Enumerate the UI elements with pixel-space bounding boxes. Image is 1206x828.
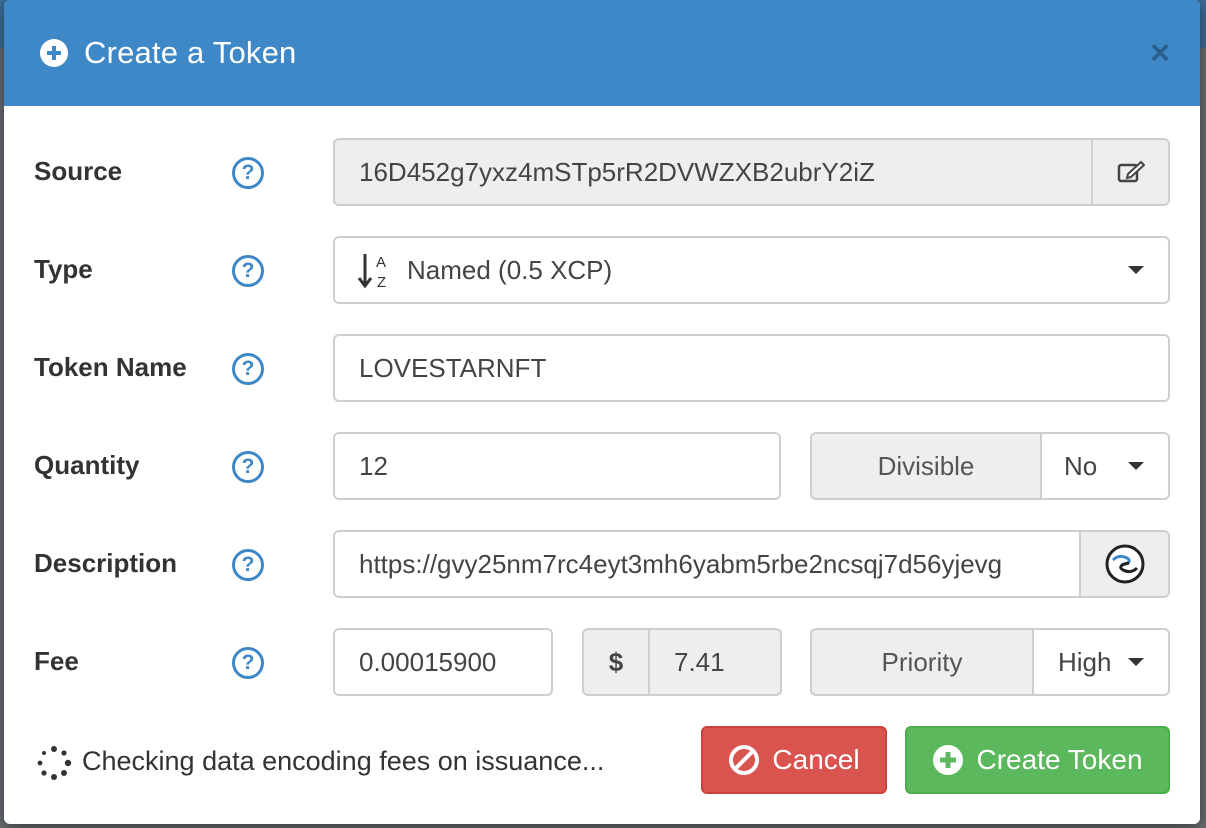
priority-value: High <box>1058 646 1112 677</box>
quantity-row: Quantity ? 12 Divisible No <box>34 432 1170 500</box>
description-row: Description ? https://gvy25nm7rc4eyt3mh6… <box>34 530 1170 598</box>
divisible-addon: Divisible <box>810 432 1042 500</box>
source-label: Source <box>34 156 123 186</box>
plus-circle-icon <box>933 745 964 775</box>
chevron-down-icon <box>1128 462 1144 470</box>
fee-help-icon[interactable]: ? <box>232 647 264 679</box>
create-token-button[interactable]: Create Token <box>905 726 1170 794</box>
create-token-dialog: Create a Token × Source ? 16D452g7yxz4mS… <box>4 0 1200 824</box>
spinner-icon <box>37 746 72 780</box>
type-help-icon[interactable]: ? <box>232 255 264 287</box>
fee-usd-field: 7.41 <box>648 628 782 696</box>
edit-icon <box>1117 160 1145 183</box>
description-input[interactable]: https://gvy25nm7rc4eyt3mh6yabm5rbe2ncsqj… <box>333 530 1081 598</box>
cancel-button[interactable]: Cancel <box>701 726 887 794</box>
description-help-icon[interactable]: ? <box>232 549 264 581</box>
svg-text:A: A <box>376 254 386 271</box>
cancel-label: Cancel <box>772 744 860 775</box>
token-name-row: Token Name ? LOVESTARNFT <box>34 334 1170 402</box>
divisible-select[interactable]: No <box>1040 432 1170 500</box>
dialog-title: Create a Token <box>84 35 297 70</box>
link-icon <box>1105 544 1144 584</box>
close-button[interactable]: × <box>1150 36 1170 70</box>
token-name-help-icon[interactable]: ? <box>232 353 264 385</box>
dollar-addon: $ <box>582 628 650 696</box>
description-label: Description <box>34 548 178 578</box>
token-name-input[interactable]: LOVESTARNFT <box>333 334 1170 402</box>
sort-alpha-icon: A Z <box>357 254 386 290</box>
divisible-value: No <box>1064 450 1098 481</box>
fee-label: Fee <box>34 646 79 676</box>
chevron-down-icon <box>1128 658 1144 666</box>
dialog-header: Create a Token × <box>4 0 1200 106</box>
status-text: Checking data encoding fees on issuance.… <box>82 746 605 776</box>
quantity-label: Quantity <box>34 450 140 480</box>
token-name-label: Token Name <box>34 352 187 382</box>
priority-select[interactable]: High <box>1032 628 1170 696</box>
source-row: Source ? 16D452g7yxz4mSTp5rR2DVWZXB2ubrY… <box>34 138 1170 206</box>
fee-row: Fee ? 0.00015900 $ 7.41 Priority High <box>34 628 1170 696</box>
type-select[interactable]: A Z Named (0.5 XCP) <box>333 236 1170 304</box>
quantity-input[interactable]: 12 <box>333 432 781 500</box>
quantity-help-icon[interactable]: ? <box>232 451 264 483</box>
type-row: Type ? A Z Named (0.5 XCP) <box>34 236 1170 304</box>
plus-circle-icon <box>40 39 68 67</box>
description-link-button[interactable] <box>1079 530 1170 598</box>
type-label: Type <box>34 254 93 284</box>
priority-addon: Priority <box>810 628 1034 696</box>
source-help-icon[interactable]: ? <box>232 157 264 189</box>
create-token-label: Create Token <box>976 744 1143 775</box>
type-select-value: Named (0.5 XCP) <box>407 254 613 285</box>
chevron-down-icon <box>1128 266 1144 274</box>
svg-text:Z: Z <box>377 274 386 290</box>
edit-source-button[interactable] <box>1091 138 1170 206</box>
ban-icon <box>729 745 760 775</box>
fee-input[interactable]: 0.00015900 <box>333 628 553 696</box>
source-field[interactable]: 16D452g7yxz4mSTp5rR2DVWZXB2ubrY2iZ <box>333 138 1093 206</box>
